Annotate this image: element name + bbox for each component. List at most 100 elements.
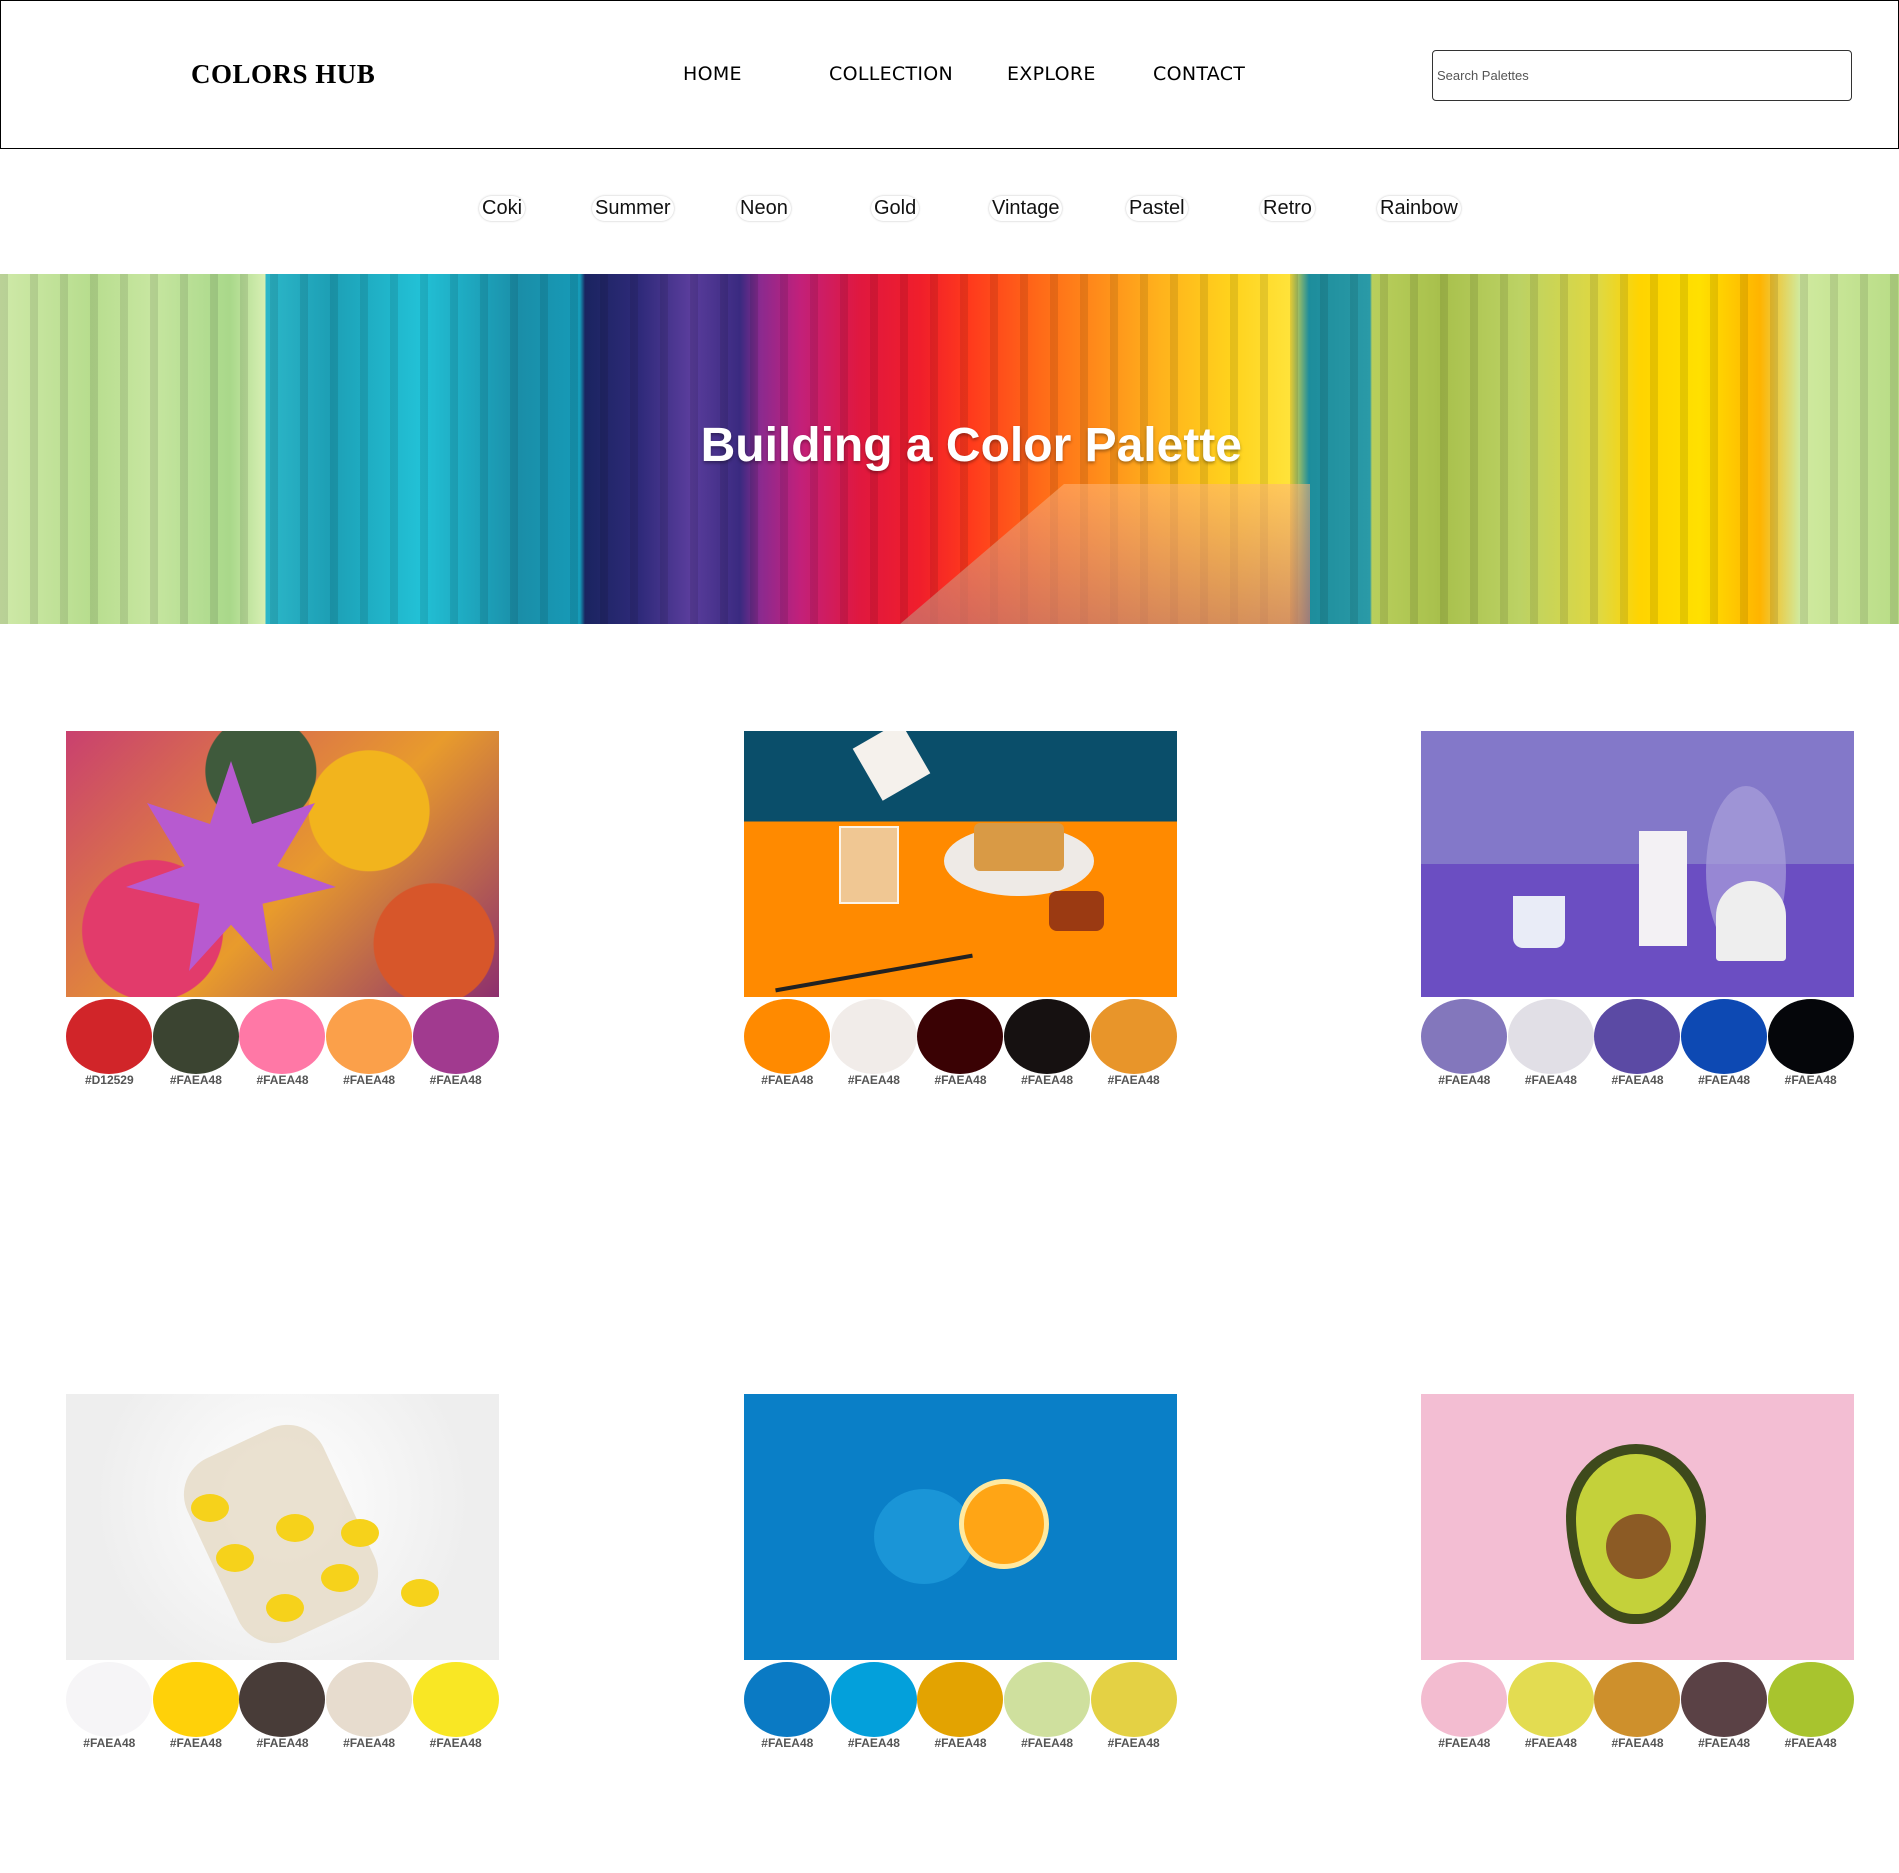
swatch[interactable]: #FAEA48 [326,999,413,1087]
swatch[interactable]: #FAEA48 [830,999,918,1087]
swatch[interactable]: #D12529 [66,999,153,1087]
swatch[interactable]: #FAEA48 [239,1662,326,1750]
swatch-dot[interactable] [917,999,1004,1074]
palette-card[interactable]: #FAEA48 #FAEA48 #FAEA48 #FAEA48 #FAEA48 [744,1394,1177,1750]
palette-card[interactable]: #FAEA48 #FAEA48 #FAEA48 #FAEA48 #FAEA48 [66,1394,499,1750]
palette-card[interactable]: #FAEA48 #FAEA48 #FAEA48 #FAEA48 #FAEA48 [1421,731,1854,1087]
swatch-dot[interactable] [152,1662,239,1737]
swatch[interactable]: #FAEA48 [1507,1662,1595,1750]
waffle [974,823,1064,871]
swatch[interactable]: #FAEA48 [1090,999,1177,1087]
swatch-dot[interactable] [917,1662,1004,1737]
category-gold[interactable]: Gold [871,196,920,221]
palette-photo-avocado-pink[interactable] [1421,1394,1854,1660]
swatch[interactable]: #FAEA48 [917,1662,1004,1750]
swatch[interactable]: #FAEA48 [1594,1662,1681,1750]
swatch[interactable]: #FAEA48 [744,999,831,1087]
lemon [216,1544,254,1572]
swatch[interactable]: #FAEA48 [66,1662,153,1750]
swatch-dot[interactable] [744,1662,831,1737]
swatch-dot[interactable] [239,1662,326,1737]
swatch[interactable]: #FAEA48 [1767,1662,1854,1750]
swatch[interactable]: #FAEA48 [744,1662,831,1750]
swatch[interactable]: #FAEA48 [917,999,1004,1087]
swatch[interactable]: #FAEA48 [152,1662,240,1750]
swatch-dot[interactable] [239,999,326,1074]
swatch-dot[interactable] [1767,1662,1854,1737]
swatch-row: #FAEA48 #FAEA48 #FAEA48 #FAEA48 #FAEA48 [744,999,1177,1087]
nav-home[interactable]: HOME [683,63,742,85]
swatch[interactable]: #FAEA48 [412,999,499,1087]
swatch[interactable]: #FAEA48 [1681,1662,1768,1750]
swatch[interactable]: #FAEA48 [152,999,240,1087]
category-pastel[interactable]: Pastel [1126,196,1188,221]
swatch-dot[interactable] [1090,999,1177,1074]
swatch-dot[interactable] [830,1662,917,1737]
nav-explore[interactable]: EXPLORE [1007,63,1096,85]
category-summer[interactable]: Summer [592,196,674,221]
palette-photo-purple-still-life[interactable] [1421,731,1854,997]
swatch[interactable]: #FAEA48 [239,999,326,1087]
swatch-dot[interactable] [744,999,831,1074]
palette-photo-lemons-net-bag[interactable] [66,1394,499,1660]
swatch-dot[interactable] [1594,1662,1681,1737]
swatch-dot[interactable] [1090,1662,1177,1737]
swatch[interactable]: #FAEA48 [1507,999,1595,1087]
nav-collection[interactable]: COLLECTION [829,63,953,85]
swatch-dot[interactable] [1004,1662,1091,1737]
orange-half-blue [874,1489,974,1584]
swatch-dot[interactable] [412,1662,499,1737]
swatch-hex: #FAEA48 [934,1736,987,1750]
water-carton [1639,831,1687,946]
swatch[interactable]: #FAEA48 [412,1662,499,1750]
palette-photo-blue-orange[interactable] [744,1394,1177,1660]
swatch-dot[interactable] [1004,999,1091,1074]
category-retro[interactable]: Retro [1260,196,1315,221]
palette-photo-waffles-breakfast[interactable] [744,731,1177,997]
swatch-dot[interactable] [1507,1662,1594,1737]
swatch-dot[interactable] [1681,999,1768,1074]
category-neon[interactable]: Neon [737,196,791,221]
category-vintage[interactable]: Vintage [989,196,1063,221]
palette-card[interactable]: #FAEA48 #FAEA48 #FAEA48 #FAEA48 #FAEA48 [744,731,1177,1087]
swatch-dot[interactable] [1421,1662,1508,1737]
swatch-dot[interactable] [1681,1662,1768,1737]
swatch-hex: #FAEA48 [1698,1073,1751,1087]
swatch-hex: #FAEA48 [256,1736,309,1750]
swatch[interactable]: #FAEA48 [1090,1662,1177,1750]
swatch-hex: #FAEA48 [1107,1736,1160,1750]
swatch[interactable]: #FAEA48 [1594,999,1681,1087]
swatch-dot[interactable] [326,1662,413,1737]
speckled-stand [1716,881,1786,961]
swatch-dot[interactable] [66,999,153,1074]
swatch[interactable]: #FAEA48 [1681,999,1768,1087]
lemon [321,1564,359,1592]
lemon [276,1514,314,1542]
swatch[interactable]: #FAEA48 [1421,999,1508,1087]
swatch[interactable]: #FAEA48 [1004,1662,1091,1750]
swatch-dot[interactable] [326,999,413,1074]
swatch-dot[interactable] [830,999,917,1074]
swatch-dot[interactable] [1421,999,1508,1074]
swatch[interactable]: #FAEA48 [326,1662,413,1750]
category-rainbow[interactable]: Rainbow [1377,196,1461,221]
swatch-hex: #D12529 [84,1073,134,1087]
swatch-dot[interactable] [412,999,499,1074]
swatch-dot[interactable] [1767,999,1854,1074]
swatch-row: #FAEA48 #FAEA48 #FAEA48 #FAEA48 #FAEA48 [744,1662,1177,1750]
category-coki[interactable]: Coki [479,196,526,221]
palette-card[interactable]: #D12529 #FAEA48 #FAEA48 #FAEA48 #FAEA48 [66,731,499,1087]
swatch[interactable]: #FAEA48 [830,1662,918,1750]
swatch-dot[interactable] [1594,999,1681,1074]
nav-contact[interactable]: CONTACT [1153,63,1245,85]
swatch[interactable]: #FAEA48 [1421,1662,1508,1750]
swatch[interactable]: #FAEA48 [1767,999,1854,1087]
swatch-dot[interactable] [66,1662,153,1737]
orange-half-cut [959,1479,1049,1569]
swatch[interactable]: #FAEA48 [1004,999,1091,1087]
palette-card[interactable]: #FAEA48 #FAEA48 #FAEA48 #FAEA48 #FAEA48 [1421,1394,1854,1750]
palette-photo-autumn-leaves[interactable] [66,731,499,997]
swatch-dot[interactable] [1507,999,1594,1074]
search-input[interactable] [1432,50,1852,101]
swatch-dot[interactable] [152,999,239,1074]
